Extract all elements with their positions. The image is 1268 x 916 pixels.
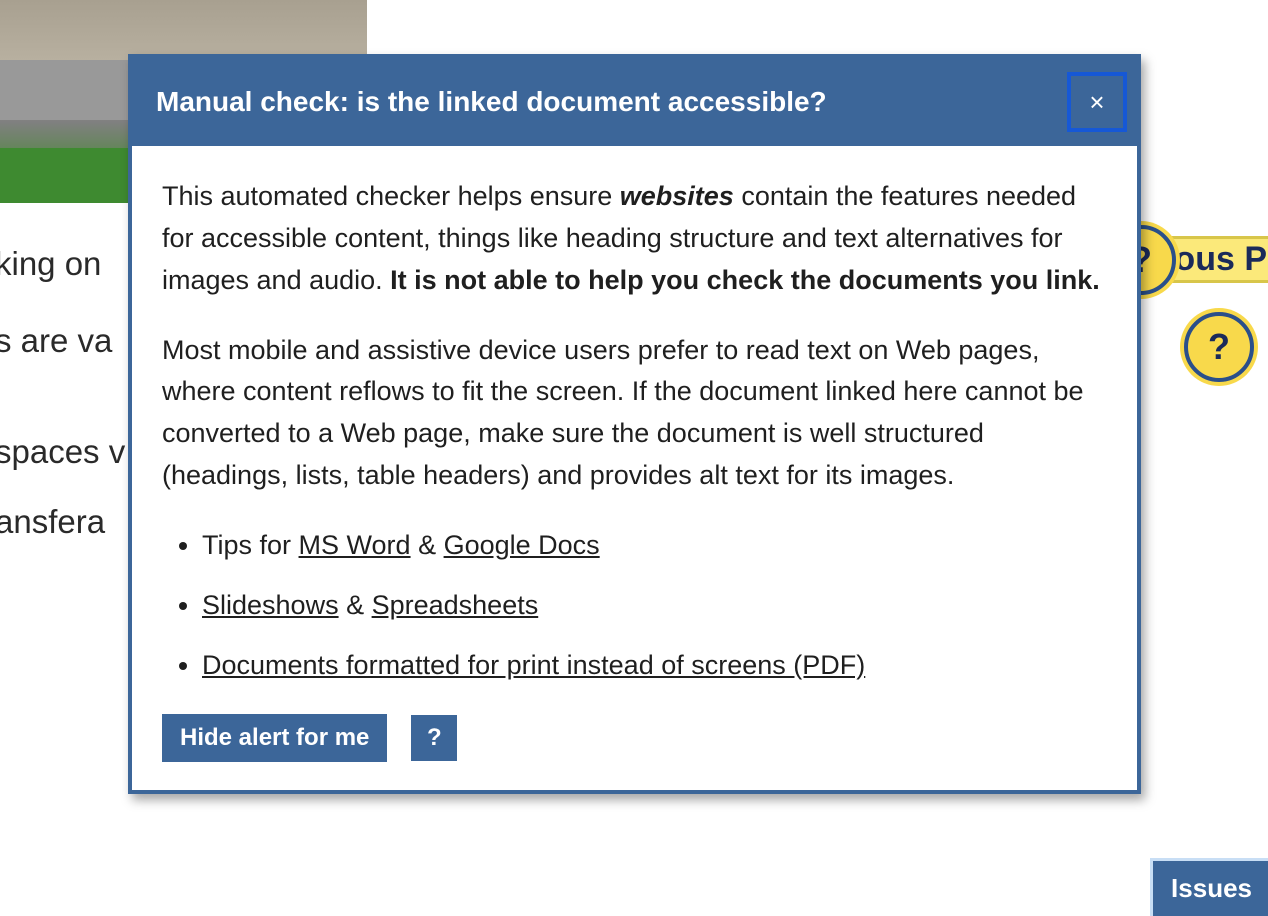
issues-tab[interactable]: Issues — [1150, 858, 1268, 916]
text: This automated checker helps ensure — [162, 181, 620, 211]
text-fragment: ansfera — [0, 496, 125, 549]
manual-check-dialog: Manual check: is the linked document acc… — [128, 54, 1141, 794]
link-google-docs[interactable]: Google Docs — [444, 530, 600, 560]
list-item: Slideshows & Spreadsheets — [202, 585, 1107, 627]
close-icon: × — [1089, 87, 1104, 118]
hide-alert-button[interactable]: Hide alert for me — [162, 714, 387, 762]
dialog-title: Manual check: is the linked document acc… — [156, 86, 827, 118]
dialog-header: Manual check: is the linked document acc… — [132, 58, 1137, 146]
dialog-actions: Hide alert for me ? — [162, 714, 1107, 762]
dialog-body: This automated checker helps ensure webs… — [132, 146, 1137, 790]
text-fragment: king on — [0, 238, 125, 291]
text-fragment: spaces v — [0, 426, 125, 479]
list-item: Tips for MS Word & Google Docs — [202, 525, 1107, 567]
strong: It is not able to help you check the doc… — [390, 265, 1100, 295]
question-icon: ? — [427, 724, 442, 751]
link-ms-word[interactable]: MS Word — [299, 530, 411, 560]
list-item: Documents formatted for print instead of… — [202, 645, 1107, 687]
dialog-paragraph: Most mobile and assistive device users p… — [162, 330, 1107, 497]
text-fragment: s are va — [0, 315, 125, 368]
text: & — [339, 590, 372, 620]
tips-list: Tips for MS Word & Google Docs Slideshow… — [162, 525, 1107, 687]
page-body-text: king on s are va spaces v ansfera — [0, 238, 125, 549]
link-slideshows[interactable]: Slideshows — [202, 590, 339, 620]
link-pdf-docs[interactable]: Documents formatted for print instead of… — [202, 650, 865, 680]
close-button[interactable]: × — [1067, 72, 1127, 132]
text: & — [411, 530, 444, 560]
highlighted-link-fragment[interactable]: ous P — [1168, 236, 1268, 283]
question-icon: ? — [1208, 326, 1230, 368]
alert-badge[interactable]: ? — [1184, 312, 1254, 382]
help-button[interactable]: ? — [411, 715, 457, 761]
text: Tips for — [202, 530, 299, 560]
link-spreadsheets[interactable]: Spreadsheets — [372, 590, 539, 620]
dialog-paragraph: This automated checker helps ensure webs… — [162, 176, 1107, 302]
emphasis: websites — [620, 181, 734, 211]
